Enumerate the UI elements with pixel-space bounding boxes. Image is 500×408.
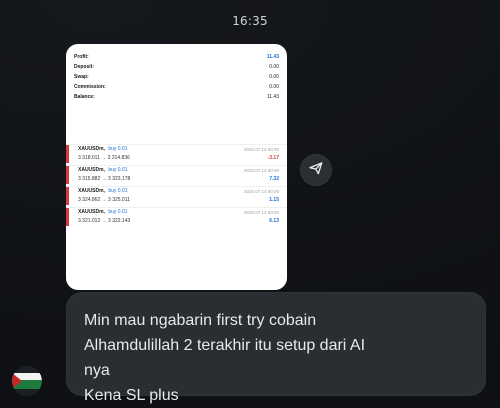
- trade-timestamp: 2025.07.14 00:00: [243, 189, 279, 194]
- trade-side: buy 0.01: [108, 209, 128, 215]
- trade-summary: Profit: 11.43 Deposit: 0.00 Swap: 0.00 C…: [74, 52, 279, 112]
- text-message-line: Min mau ngabarin first try cobain: [84, 312, 317, 329]
- forward-icon: [308, 160, 324, 180]
- trade-symbol: XAUUSDm,: [78, 146, 105, 152]
- summary-row-swap: Swap: 0.00: [74, 72, 279, 82]
- trade-profit-loss: -3.17: [267, 155, 279, 161]
- summary-value: 0.00: [269, 64, 279, 70]
- trade-symbol: XAUUSDm,: [78, 209, 105, 215]
- text-message-bubble[interactable]: Min mau ngabarin first try cobain Alhamd…: [66, 292, 486, 404]
- trade-profit-loss: 1.15: [269, 197, 279, 203]
- trade-timestamp: 2025.07.14 00:00: [243, 147, 279, 152]
- trade-row: XAUUSDm, buy 0.01 3 318.011 → 3 314.836 …: [66, 144, 287, 163]
- summary-label: Profit:: [74, 54, 89, 60]
- summary-row-balance: Balance: 11.43: [74, 92, 279, 102]
- message-time: 16:35: [232, 14, 268, 28]
- trade-prices: 3 315.882 → 3 323.178: [78, 176, 131, 182]
- summary-value: 11.43: [266, 94, 279, 100]
- text-message-line: Alhamdulillah 2 terakhir itu setup dari …: [84, 337, 366, 354]
- trade-row: XAUUSDm, buy 0.01 3 315.882 → 3 323.178 …: [66, 165, 287, 184]
- trade-row: XAUUSDm, buy 0.01 3 321.012 → 3 322.143 …: [66, 207, 287, 226]
- trade-side: buy 0.01: [108, 146, 128, 152]
- image-message[interactable]: Profit: 11.43 Deposit: 0.00 Swap: 0.00 C…: [66, 44, 287, 290]
- summary-value: 0.00: [269, 84, 279, 90]
- summary-label: Balance:: [74, 94, 95, 100]
- summary-value: 11.43: [266, 54, 279, 60]
- avatar[interactable]: [12, 366, 42, 396]
- trade-prices: 3 318.011 → 3 314.836: [78, 155, 130, 161]
- summary-label: Commission:: [74, 84, 106, 90]
- summary-value: 0.00: [269, 74, 279, 80]
- trade-timestamp: 2025.07.14 00:00: [243, 210, 279, 215]
- trade-side: buy 0.01: [108, 188, 128, 194]
- trade-row: XAUUSDm, buy 0.01 3 324.862 → 3 325.011 …: [66, 186, 287, 205]
- trade-profit-loss: 6.13: [269, 218, 279, 224]
- summary-label: Deposit:: [74, 64, 94, 70]
- trade-timestamp: 2025.07.14 00:00: [243, 168, 279, 173]
- summary-row-profit: Profit: 11.43: [74, 52, 279, 62]
- text-message-line: nya: [84, 362, 110, 379]
- text-message-line: Kena SL plus: [84, 387, 179, 404]
- trade-prices: 3 324.862 → 3 325.011: [78, 197, 130, 203]
- trade-prices: 3 321.012 → 3 322.143: [78, 218, 131, 224]
- trade-status-stripe: [66, 145, 69, 163]
- summary-label: Swap:: [74, 74, 89, 80]
- trade-list: XAUUSDm, buy 0.01 3 318.011 → 3 314.836 …: [66, 144, 287, 228]
- trade-side: buy 0.01: [108, 167, 128, 173]
- trade-status-stripe: [66, 208, 69, 226]
- avatar-image: [12, 366, 42, 396]
- summary-row-deposit: Deposit: 0.00: [74, 62, 279, 72]
- trade-status-stripe: [66, 187, 69, 205]
- text-message: Min mau ngabarin first try cobain Alhamd…: [84, 308, 474, 408]
- forward-button[interactable]: [300, 154, 332, 186]
- summary-row-commission: Commission: 0.00: [74, 82, 279, 92]
- trade-profit-loss: 7.32: [269, 176, 279, 182]
- trade-symbol: XAUUSDm,: [78, 167, 105, 173]
- trade-symbol: XAUUSDm,: [78, 188, 105, 194]
- trade-status-stripe: [66, 166, 69, 184]
